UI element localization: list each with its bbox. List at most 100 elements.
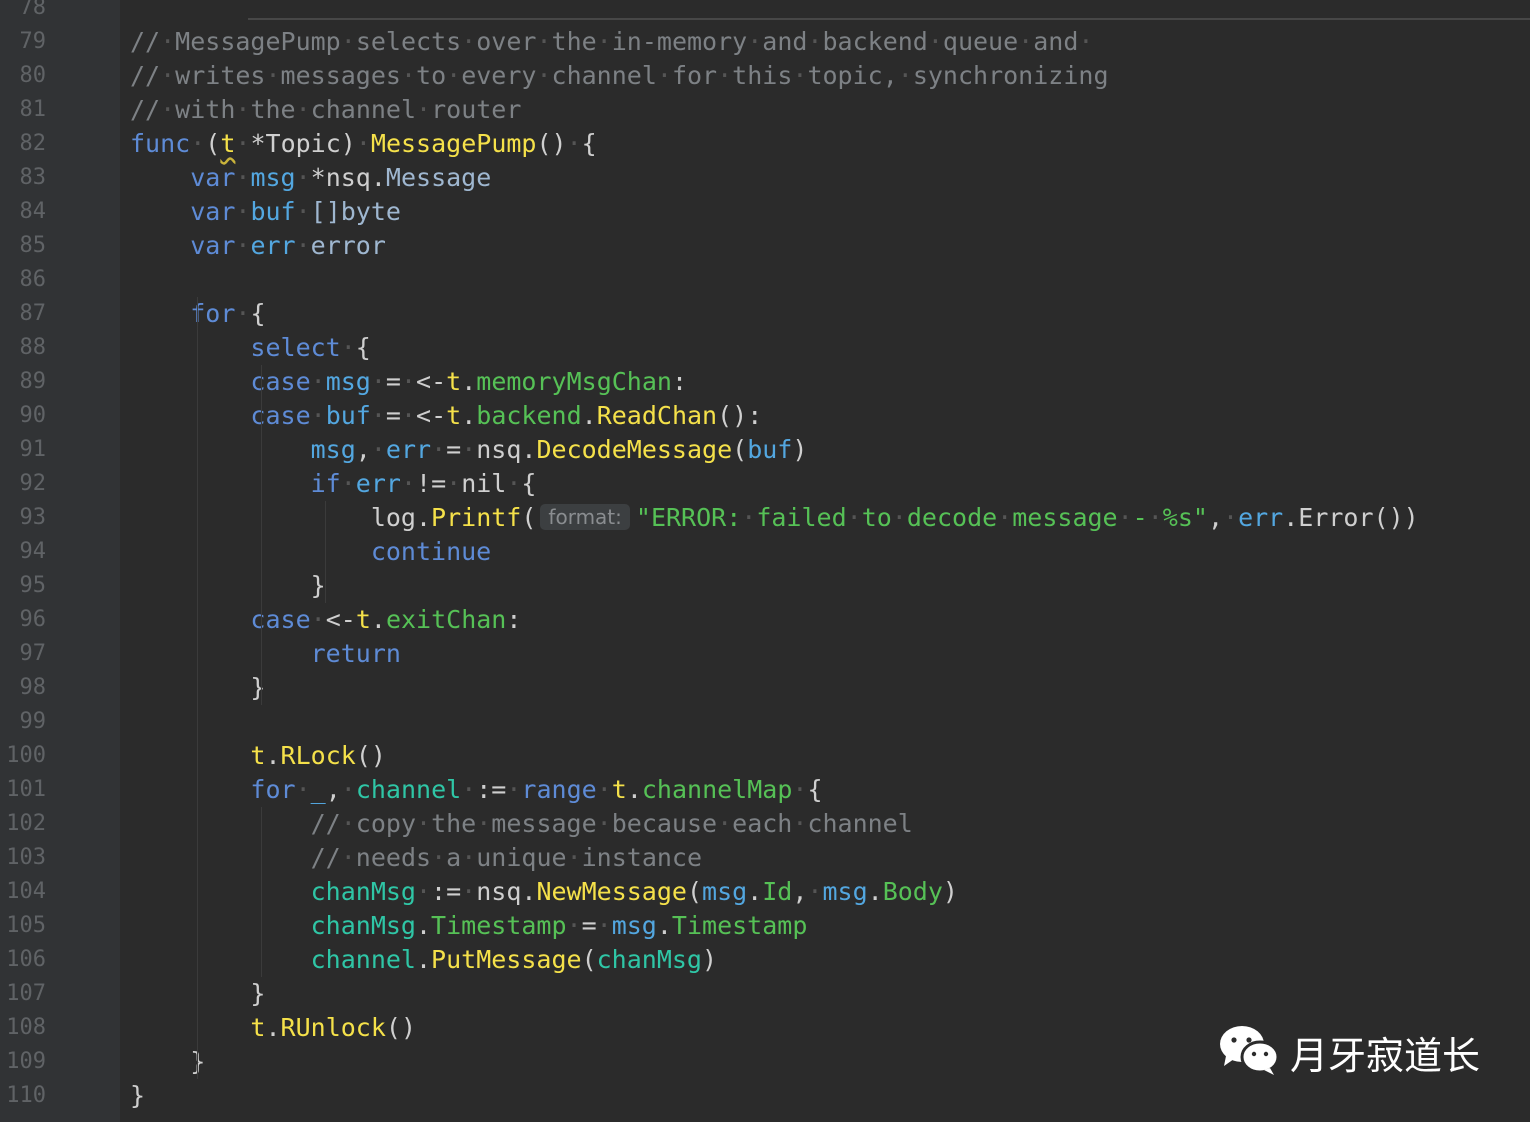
- line-number: 108: [6, 1015, 46, 1040]
- code-line[interactable]: }: [130, 1079, 145, 1113]
- whitespace-marker: ·: [1223, 503, 1239, 532]
- code-token: MessagePump: [370, 129, 537, 158]
- code-token: .: [656, 911, 672, 940]
- whitespace-marker: ·: [416, 95, 432, 124]
- code-line[interactable]: //·copy·the·message·because·each·channel: [130, 807, 913, 841]
- code-line[interactable]: case·msg·=·<-t.memoryMsgChan:: [130, 365, 687, 399]
- code-token: :=: [431, 877, 462, 906]
- whitespace-marker: ·: [416, 809, 432, 838]
- code-line[interactable]: continue: [130, 535, 491, 569]
- code-line[interactable]: //·needs·a·unique·instance: [130, 841, 702, 875]
- code-line[interactable]: select·{: [130, 331, 370, 365]
- code-line[interactable]: var·msg·*nsq.Message: [130, 161, 491, 195]
- code-line[interactable]: t.RLock(): [130, 739, 386, 773]
- code-line[interactable]: }: [130, 1045, 205, 1079]
- line-number: 86: [19, 267, 47, 292]
- whitespace-marker: ·: [717, 61, 733, 90]
- whitespace-marker: ·: [340, 843, 356, 872]
- code-line[interactable]: case·buf·=·<-t.backend.ReadChan():: [130, 399, 762, 433]
- line-number: 95: [19, 573, 47, 598]
- code-line[interactable]: for·_,·channel·:=·range·t.channelMap·{: [130, 773, 823, 807]
- whitespace-marker: ·: [340, 809, 356, 838]
- line-number: 88: [19, 335, 47, 360]
- line-number: 84: [19, 199, 47, 224]
- code-token: {: [807, 775, 823, 804]
- whitespace-marker: ·: [1078, 27, 1094, 56]
- whitespace-marker: ·: [235, 129, 251, 158]
- whitespace-marker: ·: [370, 401, 386, 430]
- whitespace-marker: ·: [310, 401, 326, 430]
- code-token: case: [250, 605, 311, 634]
- code-line[interactable]: if·err·!=·nil·{: [130, 467, 537, 501]
- code-token: .: [461, 367, 477, 396]
- code-token: msg: [310, 435, 356, 464]
- code-line[interactable]: //·with·the·channel·router: [130, 93, 521, 127]
- code-line[interactable]: return: [130, 637, 401, 671]
- code-area[interactable]: //·MessagePump·selects·over·the·in-memor…: [120, 0, 1530, 1122]
- code-line[interactable]: //·writes·messages·to·every·channel·for·…: [130, 59, 1109, 93]
- code-token: .: [265, 741, 281, 770]
- code-token: nil: [461, 469, 507, 498]
- code-token: =: [385, 401, 401, 430]
- code-token: <-: [416, 367, 447, 396]
- whitespace-marker: ·: [400, 367, 417, 396]
- code-token: <-: [325, 605, 356, 634]
- code-token: *nsq.: [310, 163, 386, 192]
- whitespace-marker: ·: [340, 469, 356, 498]
- code-token: //: [310, 809, 341, 838]
- code-token: (: [205, 129, 221, 158]
- code-token: //: [130, 61, 161, 90]
- code-line[interactable]: log.Printf(format: "ERROR:·failed·to·deco…: [130, 501, 1419, 535]
- code-token: <-: [416, 401, 447, 430]
- whitespace-marker: ·: [340, 27, 356, 56]
- code-line[interactable]: //·MessagePump·selects·over·the·in-memor…: [130, 25, 1093, 59]
- line-number: 106: [6, 947, 46, 972]
- code-token: channel: [807, 809, 913, 838]
- code-line[interactable]: }: [130, 569, 326, 603]
- code-line[interactable]: var·err·error: [130, 229, 386, 263]
- code-line[interactable]: case·<-t.exitChan:: [130, 603, 521, 637]
- code-line[interactable]: chanMsg·:=·nsq.NewMessage(msg.Id,·msg.Bo…: [130, 875, 958, 909]
- indent-guide: [261, 807, 262, 977]
- code-token: every: [461, 61, 537, 90]
- code-line[interactable]: t.RUnlock(): [130, 1011, 416, 1045]
- code-token: a: [446, 843, 462, 872]
- code-token: }: [310, 571, 326, 600]
- indent-guide: [197, 297, 198, 1079]
- code-token: (): [355, 741, 386, 770]
- code-line[interactable]: channel.PutMessage(chanMsg): [130, 943, 717, 977]
- whitespace-marker: ·: [265, 61, 281, 90]
- code-token: exitChan: [385, 605, 507, 634]
- whitespace-marker: ·: [295, 231, 311, 260]
- line-number-gutter[interactable]: 78 79 80 81 82 83 84 85 86 87 88 89 90 91 92 93 94 95 96 97…: [0, 0, 120, 1122]
- code-token: }: [130, 1081, 146, 1110]
- code-token: nsq.: [476, 877, 537, 906]
- code-editor[interactable]: 78 79 80 81 82 83 84 85 86 87 88 89 90 91 92 93 94 95 96 97…: [0, 0, 1530, 1122]
- code-line[interactable]: var·buf·[]byte: [130, 195, 401, 229]
- code-token: return: [310, 639, 401, 668]
- code-token: PutMessage: [431, 945, 582, 974]
- whitespace-marker: ·: [235, 197, 251, 226]
- code-line[interactable]: chanMsg.Timestamp·=·msg.Timestamp: [130, 909, 808, 943]
- code-token: decode: [906, 503, 998, 532]
- code-token: the: [551, 27, 597, 56]
- code-token: for: [671, 61, 718, 90]
- code-token: ,: [355, 435, 371, 464]
- whitespace-marker: ·: [891, 503, 907, 532]
- whitespace-marker: ·: [1147, 503, 1163, 532]
- code-line[interactable]: func·(t·*Topic)·MessagePump()·{: [130, 127, 597, 161]
- watermark: 月牙寂道长: [1218, 1026, 1480, 1078]
- whitespace-marker: ·: [295, 163, 311, 192]
- code-line[interactable]: msg,·err·=·nsq.DecodeMessage(buf): [130, 433, 808, 467]
- code-token: (): [385, 1013, 417, 1042]
- line-number: 92: [19, 471, 47, 496]
- whitespace-marker: ·: [431, 435, 447, 464]
- code-token: message: [1012, 503, 1118, 532]
- whitespace-marker: ·: [927, 27, 943, 56]
